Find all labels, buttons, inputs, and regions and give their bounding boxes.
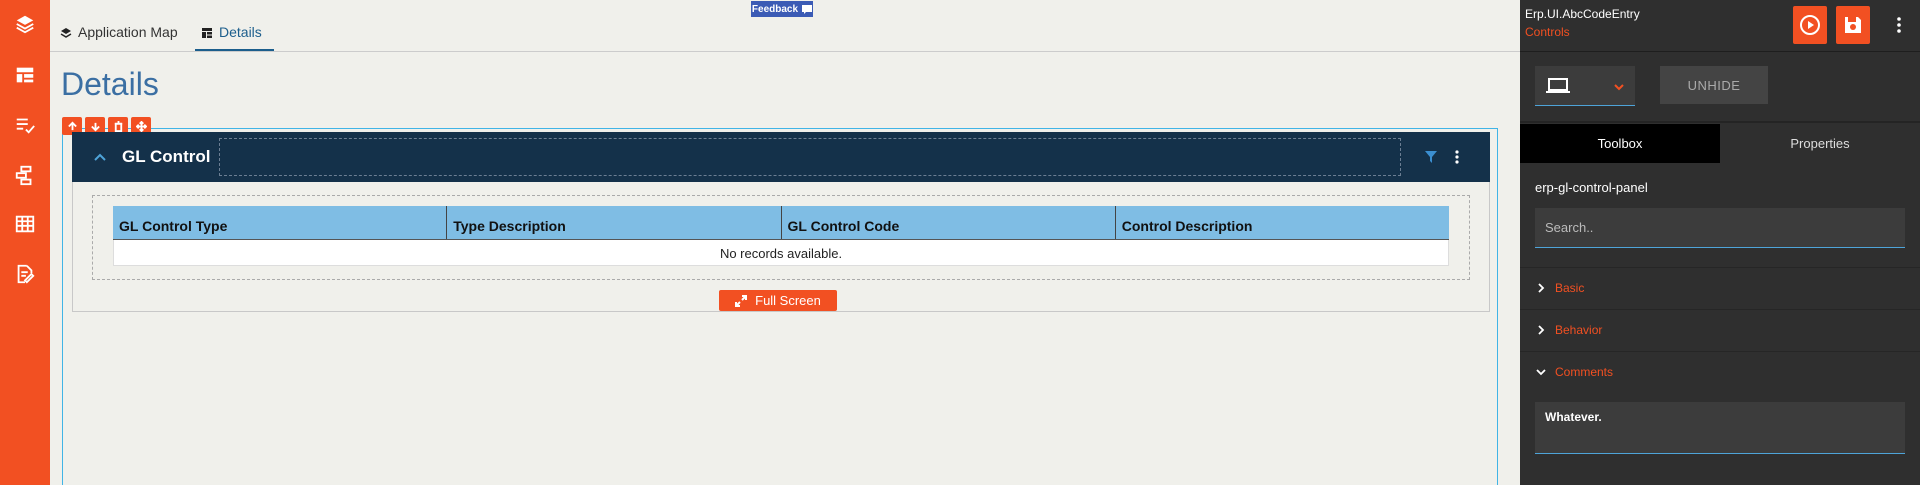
table-icon <box>202 28 212 38</box>
unhide-button[interactable]: UNHIDE <box>1660 66 1768 104</box>
chevron-right-icon <box>1538 325 1545 335</box>
tab-properties[interactable]: Properties <box>1720 124 1920 163</box>
feedback-button[interactable]: Feedback <box>751 1 813 17</box>
chevron-down-icon <box>1536 369 1546 376</box>
section-behavior[interactable]: Behavior <box>1520 309 1920 351</box>
page-title: Details <box>61 66 159 102</box>
full-screen-label: Full Screen <box>755 293 821 308</box>
play-circle-icon <box>1800 15 1820 35</box>
tab-application-map[interactable]: Application Map <box>60 24 178 51</box>
divider <box>1520 121 1920 123</box>
grid-header: GL Control Type Type Description GL Cont… <box>113 206 1449 240</box>
laptop-icon <box>1546 78 1570 93</box>
save-icon <box>1845 17 1861 33</box>
expand-icon <box>735 294 748 307</box>
chevron-down-icon <box>1614 84 1624 91</box>
chat-icon <box>802 4 813 14</box>
full-screen-button[interactable]: Full Screen <box>719 290 837 311</box>
panel-header-dropzone <box>219 138 1401 176</box>
section-comments[interactable]: Comments <box>1520 351 1920 393</box>
column-header[interactable]: Type Description <box>447 206 782 239</box>
save-button[interactable] <box>1836 6 1870 44</box>
preview-button[interactable] <box>1793 6 1827 44</box>
search-input[interactable] <box>1535 208 1905 248</box>
sitemap-icon[interactable] <box>0 155 50 195</box>
chevron-right-icon <box>1538 283 1545 293</box>
selected-element-name: erp-gl-control-panel <box>1535 180 1648 195</box>
feedback-label: Feedback <box>751 3 799 15</box>
no-records-message: No records available. <box>113 240 1449 266</box>
filter-icon[interactable] <box>1424 150 1438 164</box>
column-header[interactable]: GL Control Code <box>782 206 1116 239</box>
device-select[interactable] <box>1535 66 1635 106</box>
tab-toolbox[interactable]: Toolbox <box>1520 124 1720 163</box>
layers-icon <box>60 28 72 38</box>
project-subtitle: Controls <box>1525 25 1570 39</box>
panel-title: GL Control <box>122 147 211 166</box>
chevron-up-icon[interactable] <box>92 149 108 165</box>
edit-document-icon[interactable] <box>0 254 50 294</box>
checklist-icon[interactable] <box>0 105 50 145</box>
section-basic[interactable]: Basic <box>1520 267 1920 309</box>
tab-details[interactable]: Details <box>195 24 274 51</box>
column-header[interactable]: GL Control Type <box>113 206 448 239</box>
section-label: Behavior <box>1555 323 1603 337</box>
more-options-icon[interactable] <box>1896 16 1902 34</box>
tab-label: Application Map <box>78 24 178 40</box>
properties-sidebar: Erp.UI.AbcCodeEntry Controls UNHIDE Tool… <box>1520 0 1920 485</box>
column-header[interactable]: Control Description <box>1116 206 1449 239</box>
section-label: Comments <box>1555 365 1614 379</box>
sidebar-header: Erp.UI.AbcCodeEntry Controls <box>1520 0 1920 52</box>
left-rail <box>0 0 50 485</box>
grid-icon[interactable] <box>0 204 50 244</box>
panel-header: GL Control <box>72 132 1490 182</box>
layout-icon[interactable] <box>0 55 50 95</box>
comments-field[interactable]: Whatever. <box>1535 402 1905 454</box>
data-grid: GL Control Type Type Description GL Cont… <box>113 206 1449 266</box>
project-name: Erp.UI.AbcCodeEntry <box>1525 7 1640 21</box>
section-label: Basic <box>1555 281 1585 295</box>
layers-icon[interactable] <box>0 4 50 44</box>
tab-label: Details <box>219 24 262 40</box>
more-options-icon[interactable] <box>1454 149 1460 165</box>
